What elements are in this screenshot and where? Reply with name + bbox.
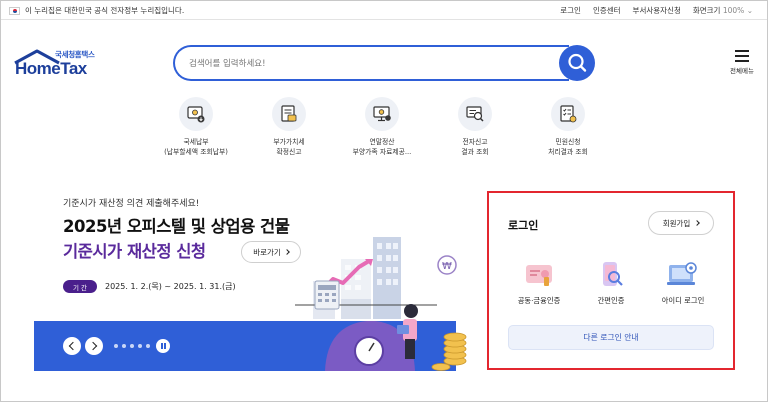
svg-text:₩: ₩ <box>442 261 452 272</box>
quick-item-tax-payment[interactable]: 국세납부 (납부할세액 조회납부) <box>151 97 241 157</box>
login-option-label: 간편인증 <box>597 296 625 305</box>
quick-item-label: 전자신고 결과 조회 <box>461 138 489 156</box>
banner-period: 기 간 2025. 1. 2.(목) ~ 2025. 1. 31.(금) <box>63 280 236 293</box>
search-icon <box>568 53 587 72</box>
login-panel: 로그인 회원가입 공동·금융인증 간편인증 아이디 로그인 다른 로그인 안내 <box>494 198 728 363</box>
search-input[interactable] <box>189 56 559 72</box>
all-menu-label: 전체메뉴 <box>730 67 754 75</box>
pagination-dot[interactable] <box>138 344 142 348</box>
logo-text: HomeTax <box>15 59 87 78</box>
id-login-icon <box>666 260 700 290</box>
search-box <box>173 45 569 81</box>
pagination-dot[interactable] <box>114 344 118 348</box>
gov-notice: 이 누리집은 대한민국 공식 전자정부 누리집입니다. <box>9 5 184 16</box>
vat-document-icon <box>272 97 306 131</box>
join-button[interactable]: 회원가입 <box>648 211 714 235</box>
civil-petition-icon <box>551 97 585 131</box>
simple-auth-icon <box>594 260 628 290</box>
e-filing-result-icon <box>458 97 492 131</box>
chevron-right-icon <box>694 220 701 226</box>
banner-title-line1: 2025년 오피스텔 및 상업용 건물 <box>63 217 290 236</box>
shortcut-label: 바로가기 <box>253 247 281 257</box>
login-option-simple[interactable]: 간편인증 <box>576 260 646 306</box>
quick-item-label: 민원신청 처리결과 조회 <box>548 138 588 156</box>
chevron-down-icon: ⌄ <box>746 6 753 15</box>
korea-flag-icon <box>9 6 20 15</box>
pagination-dot[interactable] <box>122 344 126 348</box>
hometax-logo[interactable]: 국세청홈택스 HomeTax <box>13 49 103 85</box>
quick-item-label: 부가가치세 확정신고 <box>273 138 305 156</box>
utility-links: 로그인 인증센터 부서사용자신청 화면크기 100% ⌄ <box>560 5 753 16</box>
login-option-id[interactable]: 아이디 로그인 <box>648 260 718 306</box>
quick-item-e-filing[interactable]: 전자신고 결과 조회 <box>430 97 520 157</box>
login-option-label: 공동·금융인증 <box>517 296 561 305</box>
login-title: 로그인 <box>508 219 539 232</box>
zoom-label: 화면크기 <box>692 6 721 15</box>
pagination-dot[interactable] <box>130 344 134 348</box>
search-button[interactable] <box>559 45 595 81</box>
top-utility-bar: 이 누리집은 대한민국 공식 전자정부 누리집입니다. 로그인 인증센터 부서사… <box>1 1 767 20</box>
year-end-settlement-icon <box>365 97 399 131</box>
pagination-dot[interactable] <box>146 344 150 348</box>
quick-item-petition[interactable]: 민원신청 처리결과 조회 <box>523 97 613 157</box>
dept-user-apply-link[interactable]: 부서사용자신청 <box>633 5 681 16</box>
other-login-guide-button[interactable]: 다른 로그인 안내 <box>508 325 714 350</box>
period-text: 2025. 1. 2.(목) ~ 2025. 1. 31.(금) <box>105 282 236 291</box>
quick-item-year-end[interactable]: 연말정산 부양가족 자료제공... <box>337 97 427 157</box>
all-menu-button[interactable]: 전체메뉴 <box>725 50 759 75</box>
certificate-icon <box>522 260 556 290</box>
search-bar <box>173 45 595 81</box>
quick-menu: 국세납부 (납부할세액 조회납부) 부가가치세 확정신고 연말정산 부양가족 자료제공… <box>151 97 631 167</box>
cert-center-link[interactable]: 인증센터 <box>593 5 621 16</box>
zoom-control[interactable]: 화면크기 100% ⌄ <box>693 5 753 16</box>
period-badge: 기 간 <box>63 280 97 293</box>
banner-next-button[interactable] <box>85 337 103 355</box>
login-option-certificate[interactable]: 공동·금융인증 <box>504 260 574 306</box>
page-frame: 이 누리집은 대한민국 공식 전자정부 누리집입니다. 로그인 인증센터 부서사… <box>0 0 768 402</box>
quick-item-label: 연말정산 부양가족 자료제공... <box>352 138 412 156</box>
banner-pagination <box>114 344 150 348</box>
zoom-value: 100% <box>722 6 745 15</box>
banner-prev-button[interactable] <box>63 337 81 355</box>
login-option-label: 아이디 로그인 <box>661 296 705 305</box>
gov-notice-text: 이 누리집은 대한민국 공식 전자정부 누리집입니다. <box>25 6 185 15</box>
hamburger-icon <box>735 50 749 62</box>
login-link[interactable]: 로그인 <box>560 5 581 16</box>
join-label: 회원가입 <box>662 218 691 228</box>
quick-item-label: 국세납부 (납부할세액 조회납부) <box>164 138 228 156</box>
banner-illustration: ₩ <box>295 237 467 371</box>
banner-title-line2: 기준시가 재산정 신청 <box>63 242 206 261</box>
quick-item-vat[interactable]: 부가가치세 확정신고 <box>244 97 334 157</box>
banner-subtitle: 기준시가 재산정 의견 제출해주세요! <box>63 199 200 209</box>
banner-pause-button[interactable] <box>156 339 170 353</box>
tax-payment-icon <box>179 97 213 131</box>
